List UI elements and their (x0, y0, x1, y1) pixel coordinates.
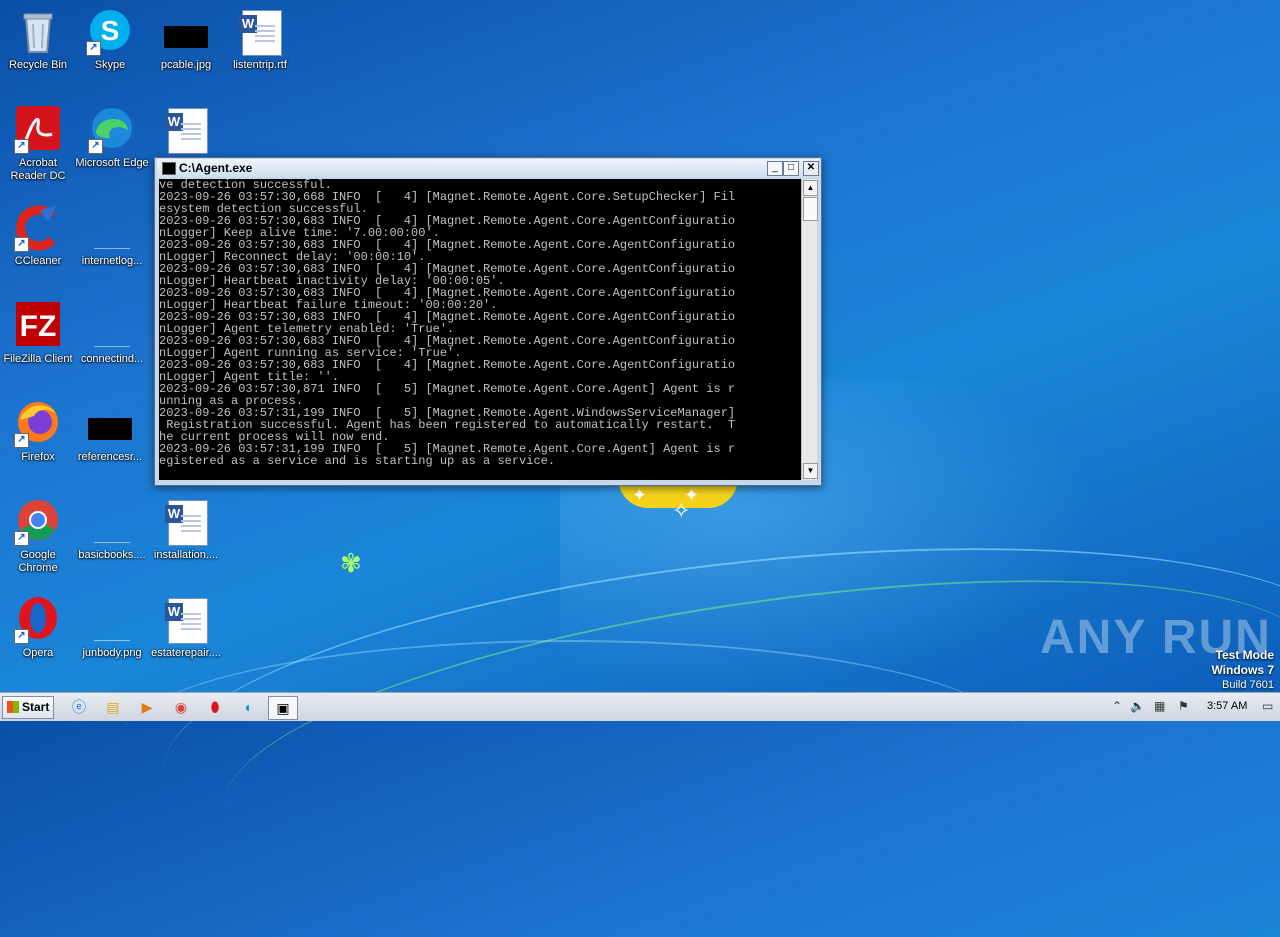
shortcut-arrow-icon: ↗ (14, 139, 29, 154)
firefox-icon: ↗ (14, 400, 62, 448)
word-document-icon: W (162, 106, 210, 154)
ccleaner-icon: ↗ (14, 204, 62, 252)
word-document-icon: W (236, 8, 284, 56)
console-icon (162, 162, 176, 175)
action-center-flag-icon[interactable]: ⚑ (1178, 699, 1189, 713)
opera-icon[interactable]: ⬮ (202, 696, 228, 718)
vertical-scrollbar[interactable]: ▲ ▼ (801, 179, 818, 480)
minimize-button[interactable]: _ (767, 161, 783, 176)
shortcut-arrow-icon: ↗ (14, 433, 29, 448)
desktop-icon-pcable[interactable]: pcable.jpg (148, 8, 224, 72)
scrollbar-thumb[interactable] (803, 197, 818, 221)
desktop-icon-referencesr[interactable]: referencesr... (72, 400, 148, 464)
console-output[interactable]: ve detection successful. 2023-09-26 03:57… (159, 179, 801, 480)
console-line: egistered as a service and is starting u… (159, 454, 556, 468)
start-button[interactable]: Start (2, 696, 54, 719)
desktop-icon-basicbooks[interactable]: basicbooks.... (74, 498, 150, 562)
file-icon (88, 302, 136, 350)
desktop-icon-estaterepair[interactable]: W estaterepair.... (148, 596, 224, 660)
file-icon (88, 498, 136, 546)
network-icon[interactable]: ▦ (1154, 699, 1165, 713)
desktop-icon-chrome[interactable]: ↗ Google Chrome (0, 498, 76, 575)
edge-icon: ↗ (88, 106, 136, 154)
desktop-icon-opera[interactable]: ↗ Opera (0, 596, 76, 660)
word-document-icon: W (162, 498, 210, 546)
volume-icon[interactable]: 🔈 (1130, 699, 1145, 713)
image-file-icon (86, 400, 134, 448)
media-player-icon[interactable]: ▶ (134, 696, 160, 718)
console-icon: ▣ (276, 700, 290, 716)
desktop-icon-listentrip[interactable]: W listentrip.rtf (222, 8, 298, 72)
edge-icon[interactable]: ◐ (236, 696, 262, 718)
acrobat-icon: ↗ (14, 106, 62, 154)
close-button[interactable]: ✕ (803, 161, 819, 176)
file-icon (88, 596, 136, 644)
image-file-icon (162, 8, 210, 56)
wallpaper-sparkle: ✧ (672, 498, 691, 523)
desktop-icon-recycle-bin[interactable]: Recycle Bin (0, 8, 76, 72)
scroll-down-arrow-icon[interactable]: ▼ (803, 463, 818, 479)
wallpaper-leaf: ✾ (340, 548, 362, 578)
maximize-button[interactable]: □ (783, 161, 799, 176)
show-desktop-icon[interactable]: ▭ (1262, 699, 1273, 713)
desktop-icon-ccleaner[interactable]: ↗ CCleaner (0, 204, 76, 268)
wallpaper-sparkle: ✦ (632, 485, 648, 505)
desktop-icon-junbody[interactable]: junbody.png (74, 596, 150, 660)
console-window[interactable]: C:\Agent.exe _ □ ✕ ve detection successf… (154, 157, 822, 486)
scroll-up-arrow-icon[interactable]: ▲ (803, 180, 818, 196)
explorer-icon[interactable]: ▤ (100, 696, 126, 718)
shortcut-arrow-icon: ↗ (14, 237, 29, 252)
desktop-icon-installation[interactable]: W installation.... (148, 498, 224, 562)
desktop-icon-internetlog[interactable]: internetlog... (74, 204, 150, 268)
shortcut-arrow-icon: ↗ (14, 531, 29, 546)
chrome-icon[interactable]: ◉ (168, 696, 194, 718)
opera-icon: ↗ (14, 596, 62, 644)
svg-text:S: S (101, 15, 120, 46)
shortcut-arrow-icon: ↗ (86, 41, 101, 56)
svg-text:FZ: FZ (20, 310, 57, 343)
skype-icon: S ↗ (86, 8, 134, 56)
window-title: C:\Agent.exe (179, 161, 253, 175)
desktop-icon-document[interactable]: W (148, 106, 224, 157)
console-taskbar-button[interactable]: ▣ (268, 696, 298, 720)
clock[interactable]: 3:57 AM (1207, 700, 1247, 712)
file-icon (88, 204, 136, 252)
desktop-icon-acrobat[interactable]: ↗ Acrobat Reader DC (0, 106, 76, 183)
desktop-icon-filezilla[interactable]: FZ FileZilla Client (0, 302, 76, 366)
word-document-icon: W (162, 596, 210, 644)
desktop-icon-skype[interactable]: S ↗ Skype (72, 8, 148, 72)
desktop-icon-firefox[interactable]: ↗ Firefox (0, 400, 76, 464)
recycle-bin-icon (14, 8, 62, 56)
internet-explorer-icon[interactable]: ⓔ (66, 696, 92, 718)
taskbar: Start ⓔ ▤ ▶ ◉ ⬮ ◐ ▣ ⌃ 🔈 ▦ ⚑ 3:57 AM ▭ (0, 692, 1280, 721)
filezilla-icon: FZ (14, 302, 62, 350)
console-titlebar[interactable]: C:\Agent.exe _ □ ✕ (157, 159, 819, 177)
desktop-icon-connectind[interactable]: connectind... (74, 302, 150, 366)
test-mode-watermark: Test Mode Windows 7 Build 7601 (1211, 648, 1274, 691)
chrome-icon: ↗ (14, 498, 62, 546)
shortcut-arrow-icon: ↗ (14, 629, 29, 644)
windows-logo-icon (7, 701, 19, 713)
wallpaper-arc (120, 640, 1020, 842)
show-hidden-icons-icon[interactable]: ⌃ (1112, 699, 1122, 713)
shortcut-arrow-icon: ↗ (88, 139, 103, 154)
desktop-icon-edge[interactable]: ↗ Microsoft Edge (74, 106, 150, 170)
